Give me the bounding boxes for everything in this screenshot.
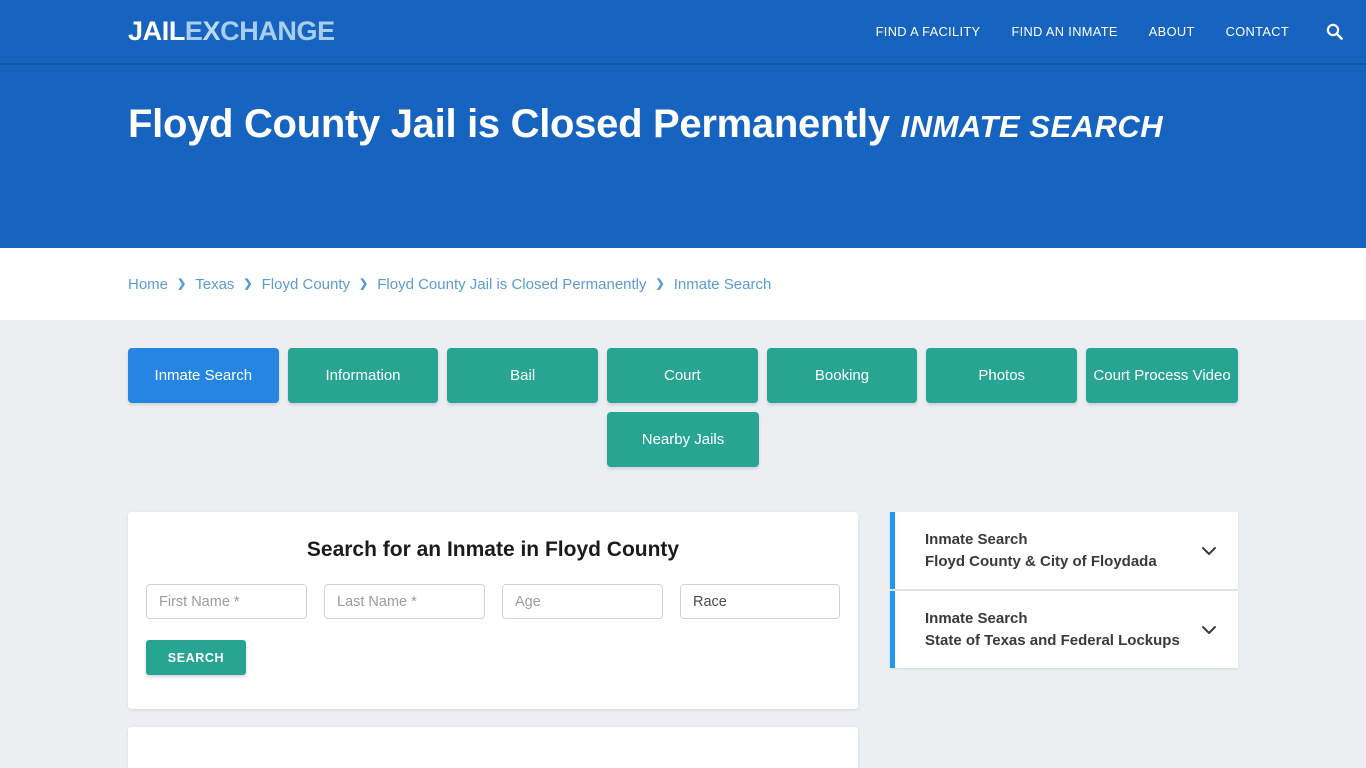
hero-banner: Floyd County Jail is Closed Permanently …: [0, 65, 1366, 248]
logo-text-x: X: [202, 16, 221, 46]
tab-court-process-video[interactable]: Court Process Video: [1086, 348, 1239, 403]
page-title-main: Floyd County Jail is Closed Permanently: [128, 102, 901, 146]
accordion-subtitle: Floyd County & City of Floydada: [925, 552, 1157, 570]
breadcrumb-item-floyd-county[interactable]: Floyd County: [262, 276, 350, 293]
search-field-row: Race: [146, 584, 840, 619]
breadcrumb-separator-icon: ❯: [177, 277, 187, 290]
content-grid: Search for an Inmate in Floyd County Rac…: [128, 512, 1238, 768]
search-icon: [1326, 23, 1343, 40]
logo-text-e: E: [184, 16, 203, 46]
inmate-search-card: Search for an Inmate in Floyd County Rac…: [128, 512, 858, 709]
tab-court[interactable]: Court: [607, 348, 758, 403]
nav-item-find-a-facility[interactable]: FIND A FACILITY: [876, 24, 981, 39]
breadcrumb-band: Home ❯ Texas ❯ Floyd County ❯ Floyd Coun…: [0, 248, 1366, 320]
tab-bail[interactable]: Bail: [447, 348, 599, 403]
logo-text-change: CHANGE: [220, 16, 335, 46]
breadcrumb-separator-icon: ❯: [243, 277, 253, 290]
main-column: Search for an Inmate in Floyd County Rac…: [128, 512, 858, 768]
accordion-title: Inmate Search: [925, 609, 1028, 627]
search-button[interactable]: SEARCH: [146, 640, 246, 675]
logo-text-jail: JAIL: [128, 16, 185, 46]
nav-item-contact[interactable]: CONTACT: [1226, 24, 1289, 39]
tab-row-primary: Inmate Search Information Bail Court Boo…: [128, 348, 1239, 403]
main-navigation: FIND A FACILITY FIND AN INMATE ABOUT CON…: [876, 23, 1366, 40]
tab-booking[interactable]: Booking: [766, 348, 918, 403]
last-name-input[interactable]: [324, 584, 485, 619]
sidebar-item-inmate-search-county[interactable]: Inmate Search Floyd County & City of Flo…: [890, 512, 1238, 589]
sidebar-item-inmate-search-state[interactable]: Inmate Search State of Texas and Federal…: [890, 591, 1238, 668]
breadcrumb-item-facility[interactable]: Floyd County Jail is Closed Permanently: [377, 276, 646, 293]
site-logo[interactable]: JAILEXCHANGE: [128, 18, 335, 45]
breadcrumb-separator-icon: ❯: [655, 277, 665, 290]
breadcrumb-item-current: Inmate Search: [673, 275, 772, 293]
info-article-card: How do you find someone who has been arr…: [128, 727, 858, 768]
breadcrumb-item-texas[interactable]: Texas: [195, 276, 234, 293]
accordion-title: Inmate Search: [925, 530, 1028, 548]
search-heading: Search for an Inmate in Floyd County: [306, 538, 680, 561]
site-header: JAILEXCHANGE FIND A FACILITY FIND AN INM…: [0, 0, 1366, 65]
accordion-text: Inmate Search Floyd County & City of Flo…: [925, 529, 1188, 573]
sidebar: Inmate Search Floyd County & City of Flo…: [890, 512, 1238, 668]
race-select[interactable]: Race: [680, 584, 840, 619]
breadcrumb: Home ❯ Texas ❯ Floyd County ❯ Floyd Coun…: [128, 276, 771, 293]
tab-row-secondary: Nearby Jails: [128, 412, 1238, 467]
tab-inmate-search[interactable]: Inmate Search: [128, 348, 279, 403]
chevron-down-icon: [1198, 619, 1220, 641]
breadcrumb-separator-icon: ❯: [359, 277, 369, 290]
first-name-input[interactable]: [146, 584, 307, 619]
accordion-text: Inmate Search State of Texas and Federal…: [925, 608, 1188, 652]
nav-item-find-an-inmate[interactable]: FIND AN INMATE: [1011, 24, 1117, 39]
tab-photos[interactable]: Photos: [926, 348, 1078, 403]
content-area: Inmate Search Information Bail Court Boo…: [0, 320, 1366, 768]
tab-nearby-jails[interactable]: Nearby Jails: [607, 412, 759, 467]
tab-information[interactable]: Information: [287, 348, 439, 403]
header-search-button[interactable]: [1326, 23, 1343, 40]
nav-item-about[interactable]: ABOUT: [1149, 24, 1195, 39]
page-title: Floyd County Jail is Closed Permanently …: [128, 95, 1238, 153]
chevron-down-icon: [1198, 540, 1220, 562]
accordion-subtitle: State of Texas and Federal Lockups: [925, 631, 1180, 649]
breadcrumb-item-home[interactable]: Home: [128, 276, 168, 293]
page-title-sub: INMATE SEARCH: [900, 109, 1164, 144]
age-input[interactable]: [502, 584, 663, 619]
